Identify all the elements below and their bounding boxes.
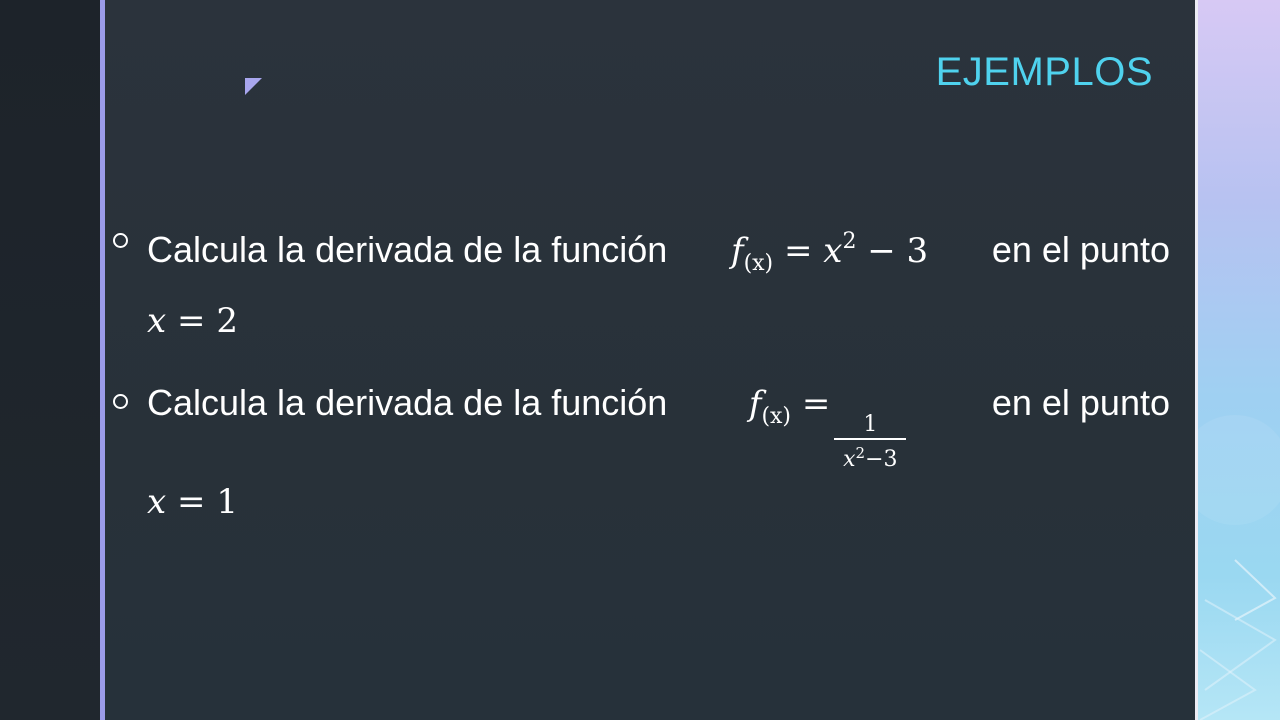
bullet-list: Calcula la derivada de la función f(x) =… bbox=[113, 214, 1173, 556]
function-arg: (x) bbox=[743, 251, 774, 276]
function-arg: (x) bbox=[761, 404, 792, 429]
den-exponent: 2 bbox=[855, 444, 866, 462]
point-var: x bbox=[147, 482, 167, 522]
chevron-decor-icon bbox=[1195, 415, 1280, 720]
point-value: 2 bbox=[216, 301, 238, 341]
equals-sign: = bbox=[801, 384, 831, 424]
equals-sign: = bbox=[177, 301, 206, 341]
bullet-1-text-after: en el punto bbox=[991, 229, 1170, 270]
bullet-circle-icon bbox=[113, 233, 128, 248]
fraction: 1 x2−3 bbox=[834, 412, 907, 473]
equals-sign: = bbox=[177, 482, 206, 522]
corner-triangle-icon bbox=[245, 78, 262, 95]
den-rest: −3 bbox=[865, 447, 898, 472]
function-name: f bbox=[730, 231, 744, 271]
bullet-circle-icon bbox=[113, 394, 128, 409]
expr-rest: − 3 bbox=[867, 231, 929, 271]
point-value: 1 bbox=[216, 482, 238, 522]
expr-base: x bbox=[823, 231, 843, 271]
bullet-1-function: f(x) = x2 − 3 bbox=[731, 214, 928, 292]
bullet-2-text-after: en el punto bbox=[991, 382, 1170, 423]
bullet-2-point: x = 1 bbox=[147, 482, 238, 522]
bullet-1-line-2: x = 2 bbox=[147, 292, 1173, 349]
bullet-1-line-1: Calcula la derivada de la función f(x) =… bbox=[147, 214, 1170, 292]
equals-sign: = bbox=[783, 231, 813, 271]
point-var: x bbox=[147, 301, 167, 341]
expr-exponent: 2 bbox=[842, 229, 857, 254]
bullet-2-line-2: x = 1 bbox=[147, 473, 1173, 530]
function-name: f bbox=[748, 384, 762, 424]
bullet-2-line-1: Calcula la derivada de la función f(x) =… bbox=[147, 375, 1170, 473]
bullet-item-1: Calcula la derivada de la función f(x) =… bbox=[113, 214, 1173, 349]
slide-title: EJEMPLOS bbox=[935, 50, 1153, 94]
right-decor-panel bbox=[1195, 0, 1280, 720]
den-base: x bbox=[843, 447, 856, 472]
bullet-1-text-before: Calcula la derivada de la función bbox=[147, 229, 668, 270]
left-decor-strip bbox=[0, 0, 100, 720]
fraction-numerator: 1 bbox=[863, 412, 878, 437]
bullet-item-2: Calcula la derivada de la función f(x) =… bbox=[113, 375, 1173, 530]
bullet-2-function: f(x) = 1 x2−3 bbox=[749, 376, 910, 473]
bullet-1-point: x = 2 bbox=[147, 301, 238, 341]
bullet-2-text-before: Calcula la derivada de la función bbox=[147, 382, 668, 423]
fraction-denominator: x2−3 bbox=[843, 440, 897, 473]
